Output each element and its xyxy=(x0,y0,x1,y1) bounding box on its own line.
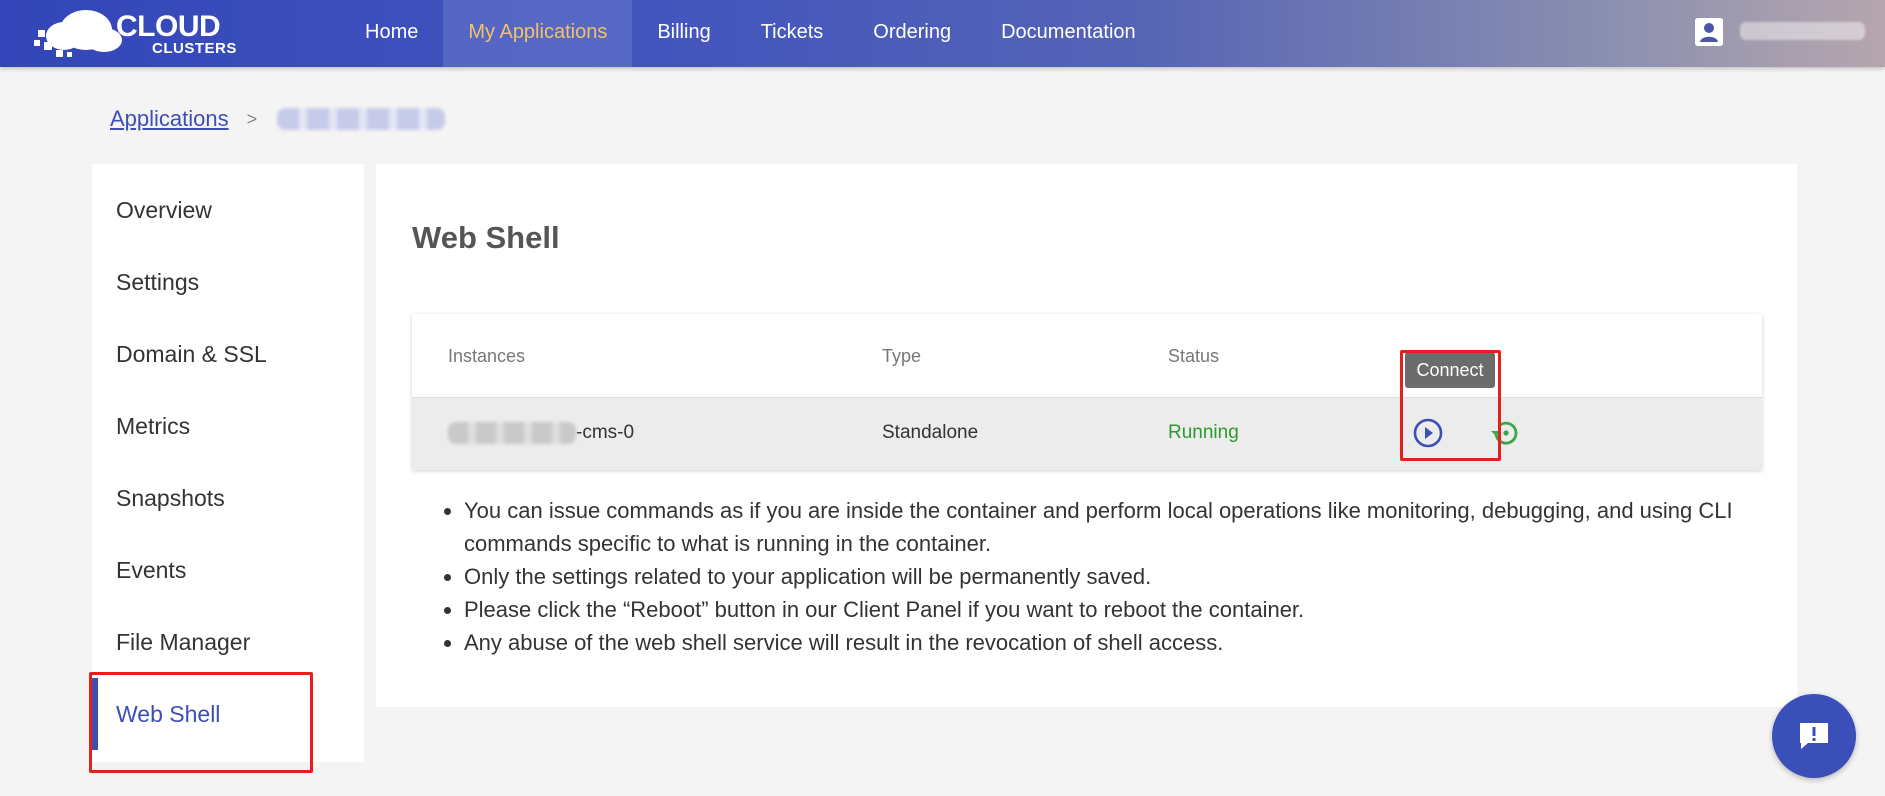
sidebar-item-overview[interactable]: Overview xyxy=(92,174,364,246)
table-row: -cms-0 Standalone Running xyxy=(412,398,1762,470)
user-icon[interactable] xyxy=(1695,18,1723,46)
instance-name-suffix: -cms-0 xyxy=(576,422,635,444)
breadcrumb-app-name-redacted xyxy=(277,108,446,130)
nav-documentation[interactable]: Documentation xyxy=(976,0,1161,67)
web-shell-notes: You can issue commands as if you are ins… xyxy=(446,494,1776,659)
restart-button[interactable] xyxy=(1488,417,1520,449)
nav-tickets[interactable]: Tickets xyxy=(736,0,849,67)
instance-status-cell: Running xyxy=(1168,422,1239,443)
note-item: You can issue commands as if you are ins… xyxy=(464,494,1776,560)
nav-home[interactable]: Home xyxy=(340,0,443,67)
play-circle-icon xyxy=(1413,418,1443,448)
table-header: Instances Type Status xyxy=(412,314,1762,398)
note-item: Only the settings related to your applic… xyxy=(464,560,1776,593)
logo-text-primary: CLOUD xyxy=(116,10,221,43)
connect-button[interactable] xyxy=(1412,417,1444,449)
sidebar-item-settings[interactable]: Settings xyxy=(92,246,364,318)
restart-icon xyxy=(1491,421,1518,445)
main-nav: Home My Applications Billing Tickets Ord… xyxy=(340,0,1161,67)
note-item: Please click the “Reboot” button in our … xyxy=(464,593,1776,626)
chat-button[interactable] xyxy=(1772,694,1856,778)
breadcrumb: Applications > xyxy=(110,106,446,132)
sidebar-item-file-manager[interactable]: File Manager xyxy=(92,606,364,678)
instance-name-redacted xyxy=(448,422,576,444)
instance-name-cell: -cms-0 xyxy=(448,422,634,444)
page-title: Web Shell xyxy=(412,220,560,255)
sidebar-item-snapshots[interactable]: Snapshots xyxy=(92,462,364,534)
breadcrumb-applications-link[interactable]: Applications xyxy=(110,106,229,132)
column-header-status: Status xyxy=(1168,346,1220,366)
note-item: Any abuse of the web shell service will … xyxy=(464,626,1776,659)
nav-my-applications[interactable]: My Applications xyxy=(443,0,633,67)
cloud-logo-icon xyxy=(34,10,122,57)
breadcrumb-separator: > xyxy=(246,108,258,129)
sidebar-item-domain-ssl[interactable]: Domain & SSL xyxy=(92,318,364,390)
nav-ordering[interactable]: Ordering xyxy=(848,0,976,67)
sidebar-item-events[interactable]: Events xyxy=(92,534,364,606)
column-header-instances: Instances xyxy=(448,346,526,366)
logo[interactable]: CLOUD CLUSTERS xyxy=(34,6,249,58)
sidebar-item-metrics[interactable]: Metrics xyxy=(92,390,364,462)
instances-table: Instances Type Status -cms-0 Standalone … xyxy=(412,314,1762,470)
instance-type-cell: Standalone xyxy=(882,422,979,443)
connect-tooltip: Connect xyxy=(1405,352,1495,388)
nav-billing[interactable]: Billing xyxy=(632,0,735,67)
chat-alert-icon xyxy=(1800,723,1828,749)
user-name-redacted[interactable] xyxy=(1740,22,1865,40)
top-navbar: CLOUD CLUSTERS Home My Applications Bill… xyxy=(0,0,1885,67)
logo-text-secondary: CLUSTERS xyxy=(152,40,237,57)
column-header-type: Type xyxy=(882,346,922,366)
sidebar: Overview Settings Domain & SSL Metrics S… xyxy=(92,164,364,762)
sidebar-item-web-shell[interactable]: Web Shell xyxy=(92,678,364,750)
main-card: Web Shell Instances Type Status -cms-0 S… xyxy=(376,164,1797,707)
